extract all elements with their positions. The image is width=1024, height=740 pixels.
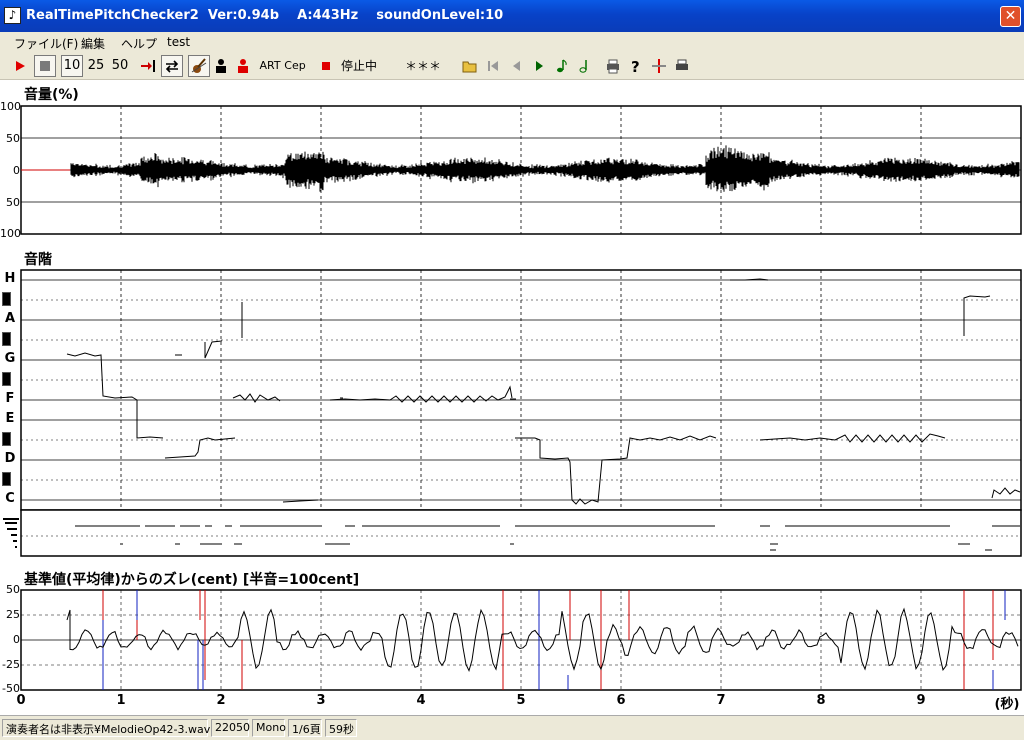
- menu-help[interactable]: ヘルプ: [121, 35, 157, 52]
- volume-panel: [20, 105, 1022, 235]
- red-square-icon: [322, 62, 330, 70]
- deviation-panel: [20, 589, 1022, 691]
- skip-start-icon: [488, 61, 498, 71]
- music-note-outline-icon: [579, 60, 587, 73]
- play-button[interactable]: [9, 55, 31, 77]
- toolbar: 10 25 50 ART Cep 停止中 ＊＊＊ ?: [0, 52, 1024, 80]
- art-button[interactable]: ART: [258, 55, 282, 77]
- help-button[interactable]: ?: [626, 55, 646, 77]
- violin-button[interactable]: [188, 55, 210, 77]
- prev-page-button[interactable]: [506, 55, 526, 77]
- note-button-1[interactable]: [552, 55, 572, 77]
- menu-file[interactable]: ファイル(F): [14, 35, 78, 52]
- loop-icon: [165, 60, 179, 73]
- menu-test[interactable]: test: [167, 35, 190, 49]
- pitch-panel: [20, 269, 1022, 511]
- plots-canvas: [3, 105, 1022, 691]
- status-channels: Mono: [252, 719, 286, 737]
- status-value: ＊＊＊: [390, 55, 456, 77]
- close-button[interactable]: ✕: [1000, 6, 1021, 27]
- record-stop-button[interactable]: [316, 55, 336, 77]
- zoom-10-button[interactable]: 10: [61, 55, 83, 77]
- plot-area: 音量(%) 100 50 0 50 100 音階 H A G F E D C 基…: [0, 80, 1024, 715]
- play-icon: [16, 61, 25, 71]
- crosshair-icon: [652, 59, 666, 73]
- player-red-button[interactable]: [233, 55, 253, 77]
- arrow-to-bar-icon: [141, 60, 155, 72]
- window-title: RealTimePitchChecker2 Ver:0.94b A:443Hz …: [26, 8, 504, 23]
- loop-button[interactable]: [161, 55, 183, 77]
- status-page: 1/6頁: [288, 719, 322, 737]
- stop-button[interactable]: [34, 55, 56, 77]
- status-bar: 演奏者名は非表示¥MelodieOp42-3.wav 22050 Mono 1/…: [0, 715, 1024, 740]
- next-page-button[interactable]: [529, 55, 549, 77]
- jump-end-button[interactable]: [137, 55, 159, 77]
- zoom-50-button[interactable]: 50: [109, 55, 131, 77]
- status-file: 演奏者名は非表示¥MelodieOp42-3.wav: [2, 719, 210, 737]
- folder-open-icon: [462, 61, 477, 73]
- zoom-25-button[interactable]: 25: [85, 55, 107, 77]
- svg-text:?: ?: [631, 58, 640, 76]
- music-note-icon: [557, 59, 567, 73]
- print-setup-button[interactable]: [672, 55, 692, 77]
- status-length: 59秒: [325, 719, 357, 737]
- cep-button[interactable]: Cep: [283, 55, 307, 77]
- print-button[interactable]: [603, 55, 623, 77]
- help-question-icon: ?: [631, 58, 640, 76]
- app-window: ♪ RealTimePitchChecker2 Ver:0.94b A:443H…: [0, 0, 1024, 740]
- person-red-icon: [238, 59, 248, 73]
- prev-icon: [513, 61, 520, 71]
- violin-clef-icon[interactable]: ♪: [4, 7, 21, 24]
- open-file-button[interactable]: [460, 55, 480, 77]
- menu-edit[interactable]: 編集: [81, 35, 105, 52]
- violin-icon: [191, 58, 207, 73]
- first-page-button[interactable]: [483, 55, 503, 77]
- person-black-icon: [216, 59, 226, 73]
- status-rate: 22050: [211, 719, 250, 737]
- printer-alt-icon: [676, 59, 688, 70]
- printer-icon: [607, 59, 619, 74]
- player-black-button[interactable]: [211, 55, 231, 77]
- status-label: 停止中: [340, 59, 377, 73]
- next-icon: [536, 61, 543, 71]
- stop-icon: [40, 61, 50, 71]
- title-bar[interactable]: ♪ RealTimePitchChecker2 Ver:0.94b A:443H…: [0, 0, 1024, 32]
- note-button-2[interactable]: [575, 55, 595, 77]
- note-activity-strip: [3, 509, 1022, 557]
- cursor-button[interactable]: [649, 55, 669, 77]
- menu-bar: ファイル(F) 編集 ヘルプ test: [0, 32, 1024, 52]
